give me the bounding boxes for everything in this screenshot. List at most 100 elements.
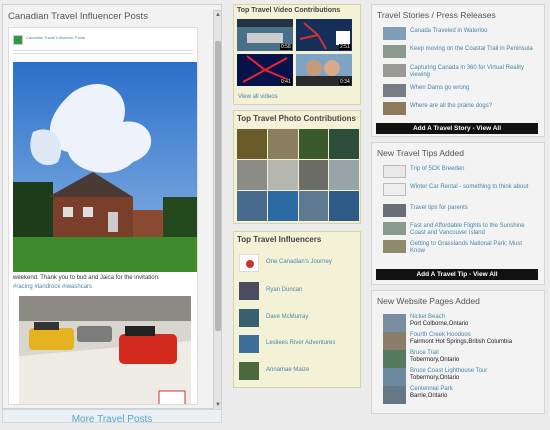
story-link[interactable]: When Dams go wrong — [410, 85, 469, 92]
post-feed[interactable]: Canadian Travel Influencer Posts weekend… — [8, 27, 198, 405]
list-item[interactable]: Getting to Grasslands National Park: Mus… — [383, 240, 533, 255]
tip-link[interactable]: Getting to Grasslands National Park: Mus… — [410, 241, 533, 255]
tip-thumb — [383, 240, 406, 253]
list-item[interactable]: Canada Traveled in Waterloo — [383, 27, 533, 40]
influencer-posts-panel: Canadian Travel Influencer Posts Canadia… — [2, 4, 222, 410]
post-caption: weekend. Thank you to bud and Jaica for … — [13, 275, 160, 281]
page-thumb — [383, 314, 406, 332]
story-thumb — [383, 84, 406, 97]
page-link[interactable]: Fourth Creek Hoodoos — [410, 332, 471, 338]
scroll-down-icon[interactable]: ▼ — [214, 401, 222, 409]
tip-thumb — [383, 222, 406, 235]
photo-thumb[interactable] — [237, 129, 267, 159]
post-hashtags[interactable]: #racing #landrock #iwashcars — [13, 284, 92, 290]
tip-thumb — [383, 165, 406, 178]
photo-thumb[interactable] — [267, 129, 298, 159]
page-thumb — [383, 386, 406, 404]
website-pages-panel: New Website Pages Added Nickel Beach Port… — [371, 290, 545, 414]
page-location: Port Colborne,Ontario — [410, 321, 469, 327]
video-duration: 0:41 — [280, 79, 292, 85]
scroll-thumb[interactable] — [215, 41, 221, 331]
page-thumb — [383, 332, 406, 350]
photo-thumb[interactable] — [329, 129, 359, 159]
story-link[interactable]: Keep moving on the Coastal Trail in Peni… — [410, 46, 533, 53]
tip-thumb — [383, 204, 406, 217]
avatar — [13, 35, 23, 45]
travel-stories-panel: Travel Stories / Press Releases Canada T… — [371, 4, 545, 137]
photo-thumb[interactable] — [237, 191, 267, 221]
tip-thumb — [383, 183, 406, 196]
story-link[interactable]: Capturing Canada in 360 for Virtual Real… — [410, 65, 533, 79]
panel-title: Canadian Travel Influencer Posts — [8, 11, 148, 22]
tip-link[interactable]: Trip of 5CK Breeden — [410, 166, 464, 173]
photo-thumb[interactable] — [237, 160, 267, 190]
video-duration: 0:58 — [280, 44, 292, 50]
list-item[interactable]: Nickel Beach Port Colborne,Ontario — [383, 314, 543, 332]
list-item[interactable]: Keep moving on the Coastal Trail in Peni… — [383, 45, 533, 58]
photo-thumb[interactable] — [267, 191, 298, 221]
story-thumb — [383, 102, 406, 115]
panel-title: Top Travel Photo Contributions — [237, 114, 356, 123]
avatar[interactable] — [239, 282, 259, 300]
photo-thumb[interactable] — [298, 129, 329, 159]
list-item[interactable]: Fourth Creek Hoodoos Fairmont Hot Springs… — [383, 332, 543, 350]
list-item[interactable]: Fast and Affordable Flights to the Sunsh… — [383, 222, 533, 237]
list-item[interactable]: Bruce Trail Tobermory,Ontario — [383, 350, 543, 368]
video-duration: 0:34 — [339, 79, 351, 85]
page-thumb — [383, 350, 406, 368]
photo-thumb[interactable] — [298, 160, 329, 190]
list-item[interactable]: Trip of 5CK Breeden — [383, 165, 533, 178]
photo-thumb[interactable] — [267, 160, 298, 190]
avatar[interactable] — [239, 309, 259, 327]
tip-link[interactable]: Travel tips for parents — [410, 205, 468, 212]
panel-title: Travel Stories / Press Releases — [377, 10, 496, 20]
influencer-link[interactable]: Annamae Maize — [266, 367, 309, 373]
post-author[interactable]: Canadian Travel Influencer Posts — [26, 35, 85, 40]
page-link[interactable]: Nickel Beach — [410, 314, 445, 320]
story-thumb — [383, 45, 406, 58]
list-item[interactable]: Bruce Coast Lighthouse Tour Tobermory,Ont… — [383, 368, 543, 386]
story-thumb — [383, 27, 406, 40]
page-location: Barrie,Ontario — [410, 393, 448, 399]
page-link[interactable]: Centennial Park — [410, 386, 453, 392]
travel-influencers-panel: Top Travel Influencers One Canadian's Jo… — [233, 231, 361, 388]
influencer-link[interactable]: Ryan Duncan — [266, 287, 302, 293]
photo-contributions-panel: Top Travel Photo Contributions — [233, 110, 361, 224]
scroll-up-icon[interactable]: ▲ — [214, 11, 222, 19]
avatar[interactable] — [239, 335, 259, 353]
photo-thumb[interactable] — [329, 191, 359, 221]
page-link[interactable]: Bruce Coast Lighthouse Tour — [410, 368, 487, 374]
avatar[interactable] — [239, 254, 259, 272]
post-feed-scrollbar[interactable]: ▲ ▼ — [213, 10, 222, 410]
influencer-link[interactable]: Lesliees River Adventures — [266, 340, 335, 346]
story-link[interactable]: Where are all the prairie dogs? — [410, 103, 492, 110]
travel-tips-panel: New Travel Tips Added Trip of 5CK Breede… — [371, 142, 545, 285]
race-photo[interactable] — [19, 296, 191, 405]
panel-title: New Travel Tips Added — [377, 148, 464, 158]
page-location: Tobermory,Ontario — [410, 357, 460, 363]
photo-thumb[interactable] — [298, 191, 329, 221]
page-location: Tobermory,Ontario — [410, 375, 460, 381]
add-travel-story-button[interactable]: Add A Travel Story - View All — [376, 123, 538, 134]
list-item[interactable]: Travel tips for parents — [383, 204, 533, 217]
list-item[interactable]: When Dams go wrong — [383, 84, 533, 97]
list-item[interactable]: Winter Car Rental - something to think a… — [383, 183, 533, 196]
list-item[interactable]: Where are all the prairie dogs? — [383, 102, 533, 115]
post-text — [13, 48, 193, 56]
view-all-videos-link[interactable]: View all videos — [238, 94, 278, 100]
list-item[interactable]: Capturing Canada in 360 for Virtual Real… — [383, 64, 533, 79]
tip-link[interactable]: Fast and Affordable Flights to the Sunsh… — [410, 223, 533, 237]
add-travel-tip-button[interactable]: Add A Travel Tip - View All — [376, 269, 538, 280]
page-thumb — [383, 368, 406, 386]
house-photo[interactable] — [13, 62, 198, 272]
avatar[interactable] — [239, 362, 259, 380]
story-link[interactable]: Canada Traveled in Waterloo — [410, 28, 488, 35]
list-item[interactable]: Centennial Park Barrie,Ontario — [383, 386, 543, 404]
panel-title: Top Travel Video Contributions — [237, 7, 341, 14]
page-link[interactable]: Bruce Trail — [410, 350, 439, 356]
influencer-link[interactable]: One Canadian's Journey — [266, 259, 332, 265]
panel-title: New Website Pages Added — [377, 296, 480, 306]
tip-link[interactable]: Winter Car Rental - something to think a… — [410, 184, 528, 191]
photo-thumb[interactable] — [329, 160, 359, 190]
influencer-link[interactable]: Dave McMurray — [266, 314, 308, 320]
